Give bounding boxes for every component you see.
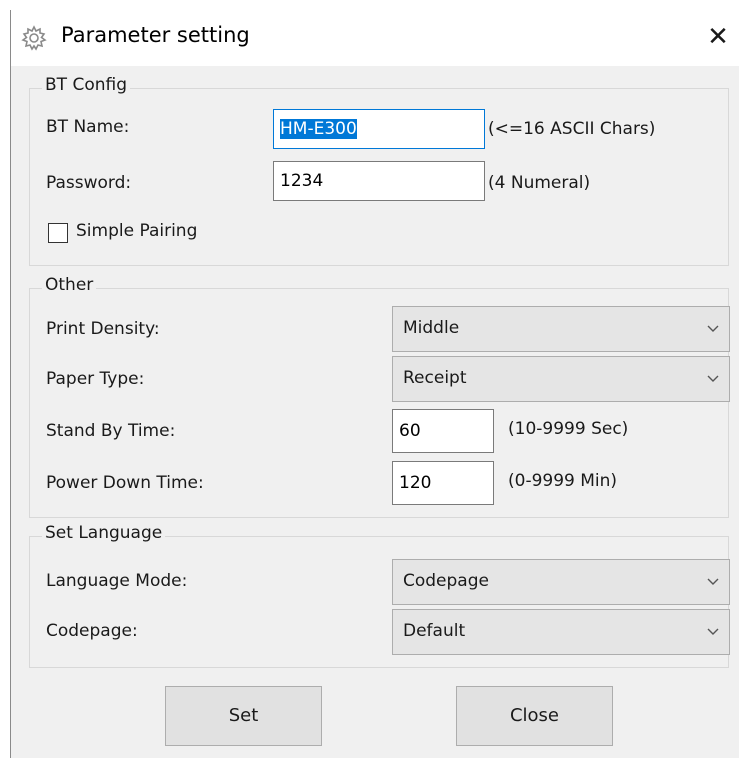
simple-pairing-checkbox[interactable]	[48, 223, 68, 243]
language-mode-label: Language Mode:	[46, 571, 188, 591]
dialog-title: Parameter setting	[61, 23, 250, 47]
close-icon[interactable]: ✕	[701, 20, 735, 54]
chevron-down-icon	[705, 574, 721, 590]
bt-name-input[interactable]: HM-E300	[273, 109, 485, 149]
language-mode-select[interactable]: Codepage	[392, 559, 730, 605]
power-down-time-label: Power Down Time:	[46, 473, 204, 493]
title-bar: Parameter setting ✕	[11, 10, 739, 66]
chevron-down-icon	[705, 371, 721, 387]
standby-time-hint: (10-9999 Sec)	[508, 419, 629, 439]
bt-name-hint: (<=16 ASCII Chars)	[488, 119, 656, 139]
standby-time-input[interactable]: 60	[392, 409, 494, 453]
gear-icon	[21, 25, 47, 51]
standby-time-value: 60	[399, 421, 421, 441]
codepage-value: Default	[403, 621, 466, 641]
close-button[interactable]: Close	[456, 686, 613, 746]
print-density-value: Middle	[403, 318, 460, 338]
paper-type-select[interactable]: Receipt	[392, 356, 730, 402]
power-down-time-hint: (0-9999 Min)	[508, 471, 618, 491]
set-button[interactable]: Set	[165, 686, 322, 746]
other-group: Other Print Density: Middle Paper Type: …	[29, 275, 730, 518]
codepage-select[interactable]: Default	[392, 609, 730, 655]
power-down-time-value: 120	[399, 473, 432, 493]
password-input[interactable]: 1234	[273, 161, 485, 201]
password-hint: (4 Numeral)	[488, 173, 591, 193]
bt-name-label: BT Name:	[46, 117, 130, 137]
print-density-label: Print Density:	[46, 319, 160, 339]
chevron-down-icon	[705, 321, 721, 337]
chevron-down-icon	[705, 624, 721, 640]
simple-pairing-label[interactable]: Simple Pairing	[76, 221, 197, 241]
bt-config-group: BT Config BT Name: HM-E300 (<=16 ASCII C…	[29, 75, 729, 266]
paper-type-value: Receipt	[403, 368, 467, 388]
bt-name-value: HM-E300	[280, 119, 357, 139]
standby-time-label: Stand By Time:	[46, 421, 176, 441]
codepage-label: Codepage:	[46, 621, 138, 641]
power-down-time-input[interactable]: 120	[392, 461, 494, 505]
bt-config-group-label: BT Config	[42, 75, 130, 95]
other-group-label: Other	[42, 275, 97, 295]
parameter-setting-dialog: Parameter setting ✕ BT Config BT Name: H…	[10, 10, 739, 758]
paper-type-label: Paper Type:	[46, 369, 145, 389]
set-language-group-label: Set Language	[42, 523, 166, 543]
language-mode-value: Codepage	[403, 571, 489, 591]
password-label: Password:	[46, 173, 132, 193]
print-density-select[interactable]: Middle	[392, 306, 730, 352]
password-value: 1234	[280, 171, 324, 191]
set-language-group: Set Language Language Mode: Codepage Cod…	[29, 523, 730, 668]
